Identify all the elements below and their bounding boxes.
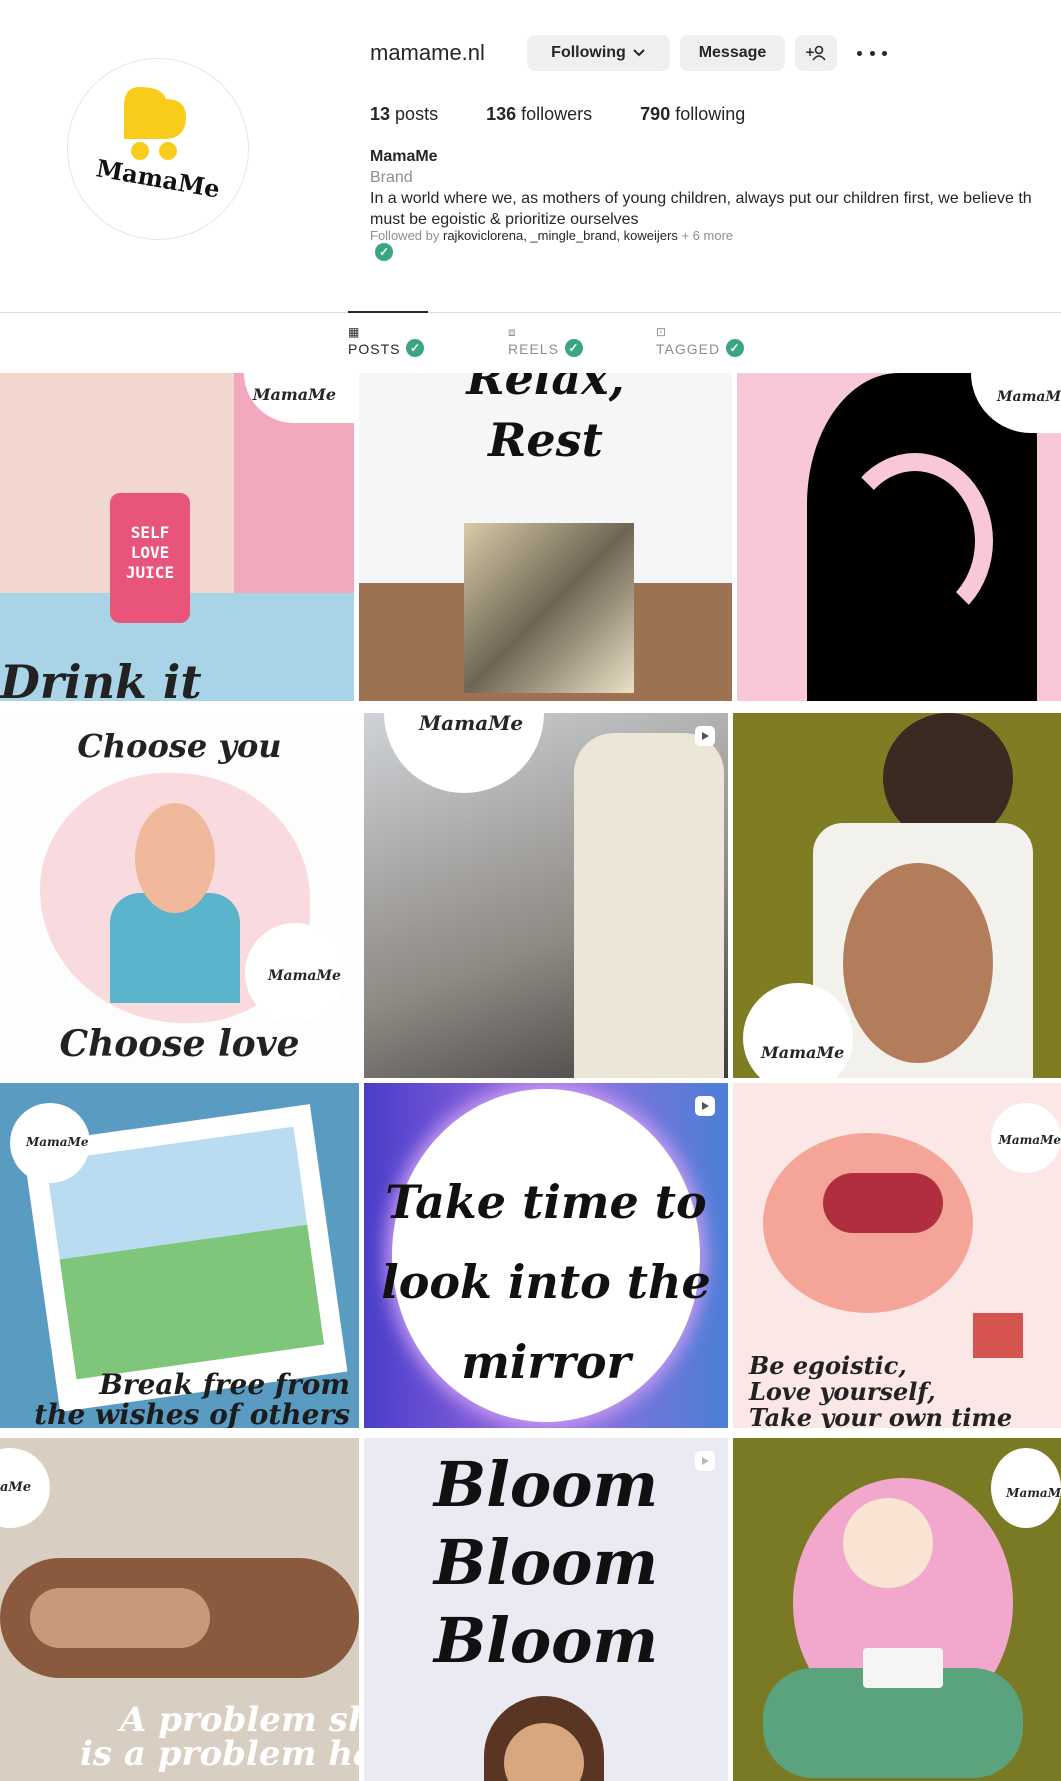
post-logo: aMe [0, 1480, 32, 1495]
tab-posts[interactable]: ▦ POSTS ✓ [348, 325, 425, 357]
profile-category: Brand [370, 169, 413, 186]
reels-icon: ⧈ [508, 325, 517, 339]
post-logo: MamaMe [419, 713, 524, 735]
post-line2: the wishes of others [34, 1398, 350, 1428]
post-caption: Drink it [0, 655, 202, 701]
post-tile-5[interactable]: MamaMe [364, 713, 728, 1078]
following-button[interactable]: Following [527, 35, 670, 71]
profile-username: mamame.nl [370, 40, 485, 65]
post-line3: Take your own time [749, 1403, 1013, 1428]
posts-stat[interactable]: 13 posts [370, 104, 438, 125]
profile-bio: In a world where we, as mothers of young… [370, 190, 1032, 228]
followers-stat[interactable]: 136 followers [486, 104, 592, 125]
post-line3: mirror [461, 1335, 631, 1389]
tab-tagged[interactable]: ⊡ TAGGED ✓ [656, 325, 745, 357]
profile-avatar[interactable]: MamaMe [67, 58, 249, 240]
reel-icon [695, 1451, 715, 1471]
post-tile-9[interactable]: MamaMe Be egoistic, Love yourself, Take … [733, 1083, 1061, 1428]
tab-reels[interactable]: ⧈ REELS ✓ [508, 325, 583, 357]
following-stat[interactable]: 790 following [640, 104, 745, 125]
post-line2: look into the [381, 1255, 711, 1309]
add-user-button[interactable]: + [795, 35, 837, 71]
svg-text:MamaMe: MamaMe [94, 153, 222, 203]
chevron-down-icon [633, 49, 645, 57]
check-icon: ✓ [564, 339, 583, 357]
post-line2: Love yourself, [749, 1377, 936, 1406]
more-options-icon[interactable] [857, 40, 887, 66]
post-logo: MamaM [997, 389, 1061, 405]
post-tile-2[interactable]: Relax, Rest [359, 373, 732, 701]
post-line2: Bloom [433, 1526, 659, 1599]
check-icon: ✓ [406, 339, 425, 357]
post-tile-12[interactable]: MamaM [733, 1438, 1061, 1781]
post-tile-7[interactable]: MamaMe Break free from the wishes of oth… [0, 1083, 359, 1428]
post-line1: Break free from [99, 1368, 350, 1401]
followed-by-more: + 6 more [681, 228, 734, 243]
post-logo: MamaMe [998, 1133, 1061, 1147]
post-tile-1[interactable]: SELF LOVE JUICE MamaMe Drink it [0, 373, 354, 701]
post-logo: MamaM [1006, 1486, 1061, 1500]
post-tile-6[interactable]: MamaMe [733, 713, 1061, 1078]
post-line2: is a problem halv [80, 1734, 359, 1774]
svg-text:+: + [805, 45, 815, 59]
post-tile-4[interactable]: Choose you Choose love MamaMe [0, 713, 359, 1078]
post-tile-8[interactable]: Take time to look into the mirror [364, 1083, 728, 1428]
tagged-icon: ⊡ [656, 325, 668, 339]
post-tile-11[interactable]: Bloom Bloom Bloom [364, 1438, 728, 1781]
post-logo: MamaMe [26, 1135, 89, 1149]
followed-by-users: rajkoviclorena, _mingle_brand, koweijers [443, 228, 678, 243]
posts-grid: SELF LOVE JUICE MamaMe Drink it Relax, Res… [0, 373, 1061, 1781]
reel-icon [695, 726, 715, 746]
post-line1: Take time to [385, 1175, 707, 1229]
verified-check-icon: ✓ [375, 243, 393, 261]
post-top-text: Choose you [77, 727, 282, 765]
followed-by[interactable]: Followed by rajkoviclorena, _mingle_bran… [370, 228, 733, 243]
post-line1: Be egoistic, [749, 1351, 907, 1380]
profile-name: MamaMe [370, 148, 438, 165]
following-label: Following [551, 44, 626, 61]
post-line1: Bloom [433, 1448, 659, 1521]
message-button[interactable]: Message [680, 35, 785, 71]
post-bottom-text: Choose love [59, 1023, 300, 1065]
grid-icon: ▦ [348, 325, 361, 339]
profile-header: MamaMe mamame.nl Following Message + 13 … [0, 0, 1061, 312]
mamame-logo: MamaMe [94, 87, 222, 204]
post-tile-3[interactable]: MamaM [737, 373, 1061, 701]
check-icon: ✓ [726, 339, 745, 357]
tabs-divider [0, 312, 1061, 313]
active-tab-indicator [348, 311, 428, 313]
post-line3: Bloom [433, 1604, 659, 1677]
post-logo: MamaMe [268, 968, 341, 984]
add-user-icon: + [805, 45, 826, 61]
post-tile-10[interactable]: aMe A problem sha is a problem halv [0, 1438, 359, 1781]
post-logo: MamaMe [761, 1043, 845, 1062]
post-line1: Relax, [466, 373, 625, 405]
reel-icon [695, 1096, 715, 1116]
message-label: Message [698, 44, 767, 61]
can-label: SELF LOVE JUICE [125, 523, 175, 582]
post-line2: Rest [488, 413, 603, 467]
profile-stats: 13 posts 136 followers 790 following [370, 104, 745, 125]
post-logo: MamaMe [252, 385, 336, 404]
